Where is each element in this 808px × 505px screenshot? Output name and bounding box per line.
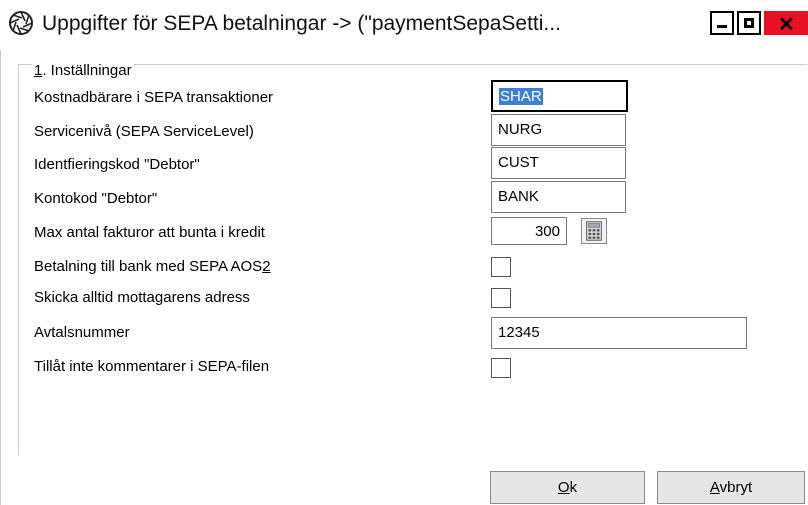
debtor-account-code-field[interactable]: BANK bbox=[491, 181, 626, 213]
minimize-button[interactable] bbox=[710, 11, 734, 35]
ok-button[interactable]: Ok bbox=[490, 471, 645, 504]
maximize-button[interactable] bbox=[737, 11, 761, 35]
window-title: Uppgifter för SEPA betalningar -> ("paym… bbox=[42, 12, 561, 35]
ok-mnemonic: O bbox=[557, 479, 570, 496]
aperture-icon bbox=[9, 11, 33, 35]
cost-bearer-label: Kostnadbärare i SEPA transaktioner bbox=[34, 89, 274, 106]
settings-group-legend: 1. Inställningar bbox=[32, 62, 134, 79]
aos2-checkbox[interactable] bbox=[491, 257, 511, 277]
service-level-label: Servicenivå (SEPA ServiceLevel) bbox=[34, 123, 254, 140]
legend-text: . Inställningar bbox=[42, 62, 132, 79]
no-comments-label: Tillåt inte kommentarer i SEPA-filen bbox=[34, 358, 270, 375]
cost-bearer-value: SHAR bbox=[499, 88, 543, 105]
cost-bearer-field[interactable]: SHAR bbox=[491, 80, 628, 112]
always-send-address-label: Skicka alltid mottagarens adress bbox=[34, 289, 250, 306]
aos2-label-mnemonic: 2 bbox=[262, 258, 271, 275]
always-send-address-checkbox[interactable] bbox=[491, 288, 511, 308]
debtor-account-code-label: Kontokod "Debtor" bbox=[34, 190, 158, 207]
title-bar[interactable]: Uppgifter för SEPA betalningar -> ("paym… bbox=[0, 0, 808, 50]
aos2-label-text: Betalning till bank med SEPA AOS bbox=[34, 258, 263, 275]
calculator-icon[interactable] bbox=[581, 218, 607, 244]
no-comments-checkbox[interactable] bbox=[491, 358, 511, 378]
agreement-number-input[interactable]: 12345 bbox=[491, 317, 747, 349]
cancel-mnemonic: A bbox=[709, 479, 720, 496]
cancel-button[interactable]: Avbryt bbox=[657, 471, 805, 504]
debtor-id-code-label: Identfieringskod "Debtor" bbox=[34, 156, 200, 173]
service-level-field[interactable]: NURG bbox=[491, 114, 626, 146]
close-icon: ✕ bbox=[778, 14, 795, 36]
max-invoices-input[interactable]: 300 bbox=[491, 217, 567, 245]
max-invoices-label: Max antal fakturor att bunta i kredit bbox=[34, 224, 265, 241]
cancel-label: vbryt bbox=[719, 479, 753, 496]
agreement-number-label: Avtalsnummer bbox=[34, 324, 130, 341]
close-button[interactable]: ✕ bbox=[764, 11, 808, 36]
aos2-label: Betalning till bank med SEPA AOS2 bbox=[34, 258, 271, 275]
debtor-id-code-field[interactable]: CUST bbox=[491, 147, 626, 179]
ok-label: k bbox=[569, 479, 578, 496]
